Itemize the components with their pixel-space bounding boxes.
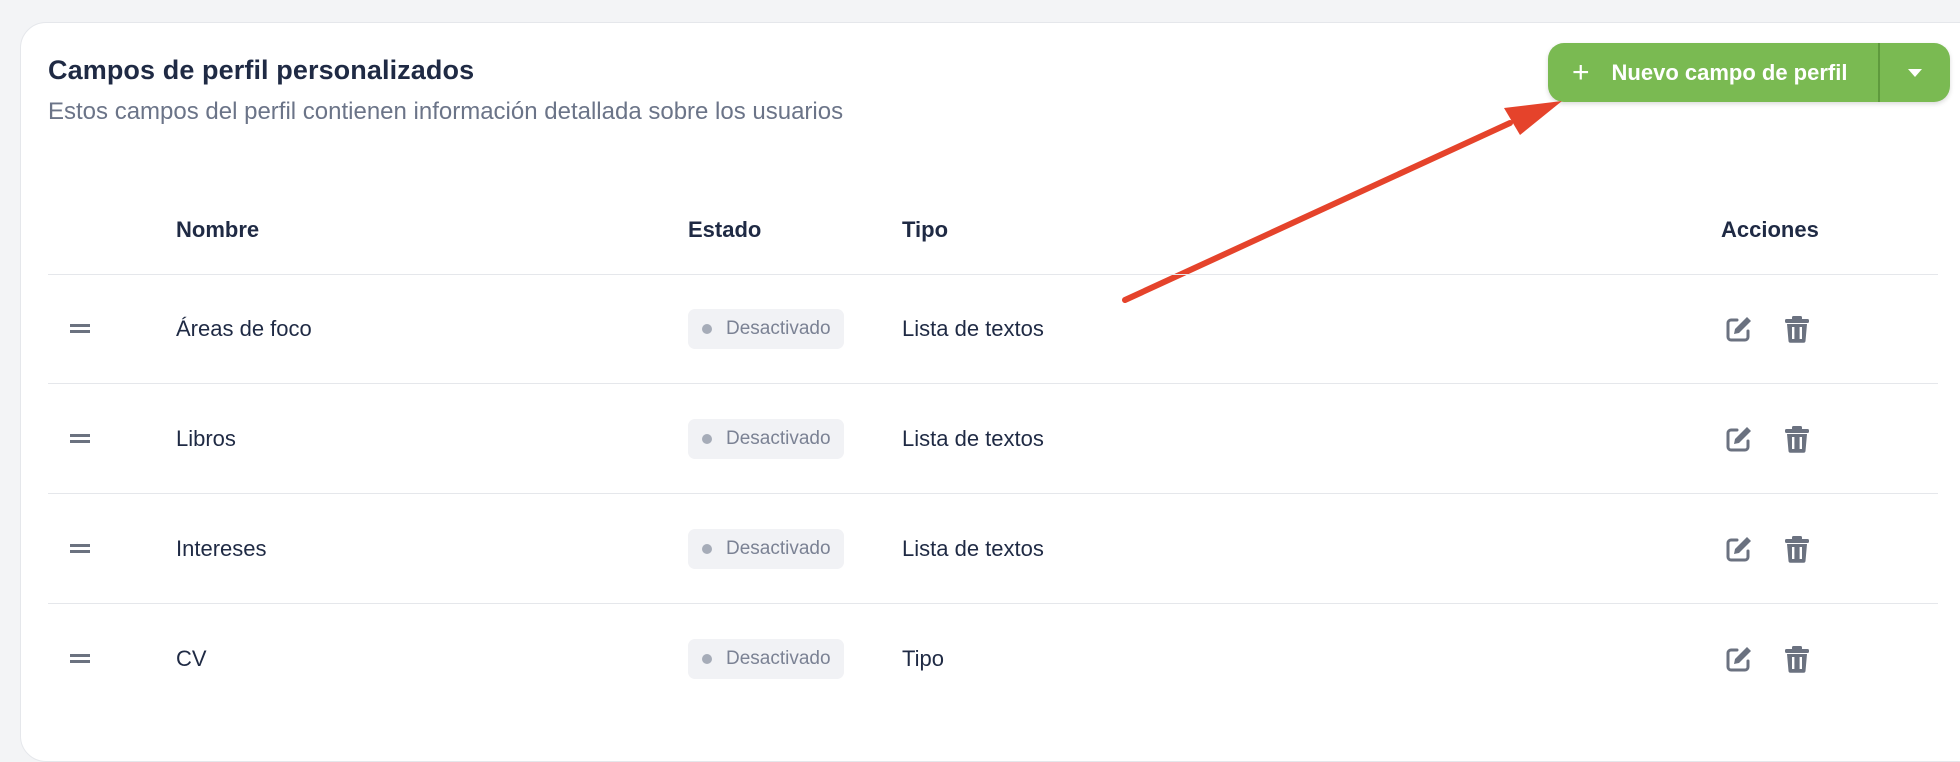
field-name: Intereses (176, 535, 267, 561)
edit-button[interactable] (1724, 314, 1754, 344)
status-badge: Desactivado (688, 308, 844, 349)
drag-handle-icon[interactable] (70, 433, 90, 443)
field-type: Lista de textos (902, 315, 1044, 341)
delete-button[interactable] (1782, 314, 1812, 344)
new-profile-field-dropdown-button[interactable] (1878, 43, 1950, 102)
table-header: Nombre Estado Tipo Acciones (48, 212, 1938, 275)
status-dot-icon (702, 653, 712, 664)
field-type: Lista de textos (902, 425, 1044, 451)
field-type: Lista de textos (902, 535, 1044, 561)
drag-handle-icon[interactable] (70, 653, 90, 663)
edit-button[interactable] (1724, 534, 1754, 564)
drag-handle-icon[interactable] (70, 323, 90, 333)
trash-icon (1785, 535, 1809, 563)
chevron-down-icon (1908, 68, 1922, 77)
new-profile-field-button-group: + Nuevo campo de perfil (1548, 43, 1950, 102)
status-badge: Desactivado (688, 528, 844, 569)
plus-icon: + (1572, 55, 1590, 89)
status-badge: Desactivado (688, 638, 844, 679)
page-subtitle: Estos campos del perfil contienen inform… (48, 98, 844, 125)
table-row: Libros Desactivado Lista de textos (48, 384, 1938, 494)
edit-icon (1726, 536, 1751, 561)
edit-icon (1726, 316, 1751, 341)
table-row: Intereses Desactivado Lista de textos (48, 494, 1938, 604)
table-row: Áreas de foco Desactivado Lista de texto… (48, 274, 1938, 384)
delete-button[interactable] (1782, 424, 1812, 454)
trash-icon (1785, 315, 1809, 343)
edit-button[interactable] (1724, 424, 1754, 454)
new-profile-field-label: Nuevo campo de perfil (1611, 59, 1848, 85)
new-profile-field-button[interactable]: + Nuevo campo de perfil (1548, 43, 1878, 102)
table-row: CV Desactivado Tipo (48, 604, 1938, 713)
page-title: Campos de perfil personalizados (48, 55, 475, 85)
status-label: Desactivado (726, 317, 831, 339)
edit-icon (1726, 646, 1751, 671)
status-dot-icon (702, 543, 712, 554)
status-badge: Desactivado (688, 418, 844, 459)
trash-icon (1785, 425, 1809, 453)
status-label: Desactivado (726, 427, 831, 449)
column-header-status: Estado (688, 217, 762, 242)
drag-handle-icon[interactable] (70, 543, 90, 553)
field-name: CV (176, 645, 207, 671)
delete-button[interactable] (1782, 534, 1812, 564)
column-header-name: Nombre (176, 217, 260, 242)
edit-icon (1726, 426, 1751, 451)
column-header-actions: Acciones (1721, 217, 1819, 242)
field-name: Libros (176, 425, 236, 451)
status-label: Desactivado (726, 537, 831, 559)
delete-button[interactable] (1782, 644, 1812, 674)
edit-button[interactable] (1724, 644, 1754, 674)
status-dot-icon (702, 323, 712, 334)
trash-icon (1785, 645, 1809, 673)
status-dot-icon (702, 433, 712, 444)
field-name: Áreas de foco (176, 315, 312, 341)
status-label: Desactivado (726, 647, 831, 669)
field-type: Tipo (902, 645, 944, 671)
column-header-type: Tipo (902, 217, 949, 242)
